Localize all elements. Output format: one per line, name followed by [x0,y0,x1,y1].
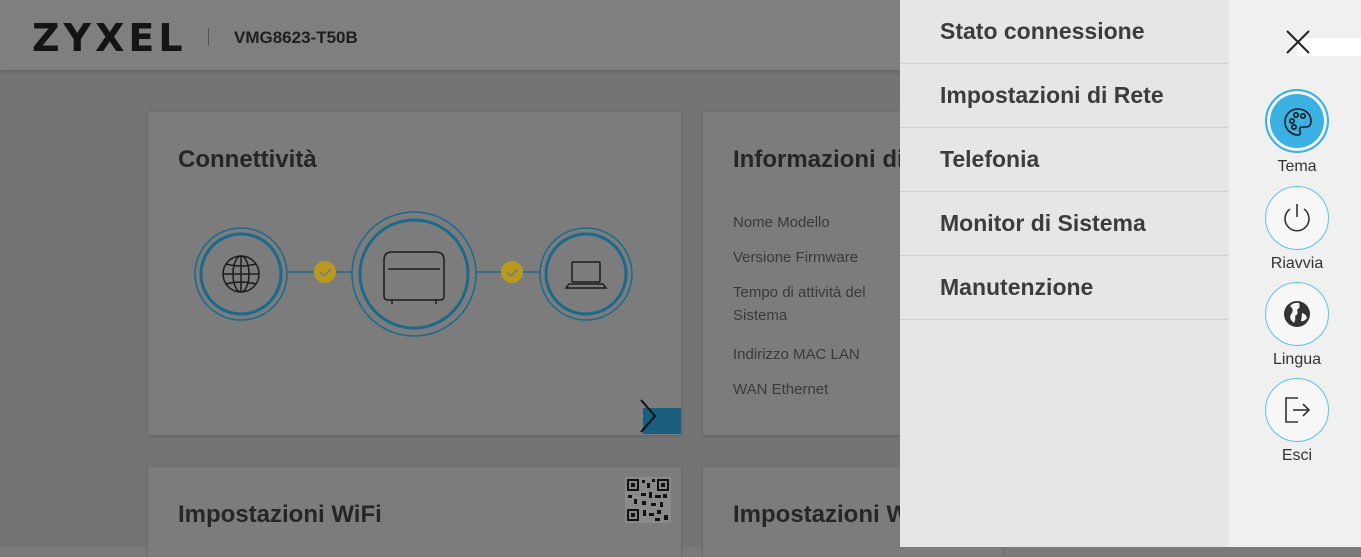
connectivity-diagram [194,211,633,337]
check-icon [501,261,523,283]
globe-icon [1284,301,1310,327]
info-label-wan: WAN Ethernet [733,381,829,398]
reboot-button[interactable] [1265,186,1329,250]
info-label-uptime: Tempo di attività del [733,284,866,301]
chevron-right-icon [640,399,657,433]
brand-logo: ZYXEL [32,16,187,60]
palette-icon [1284,108,1312,136]
info-label-mac: Indirizzo MAC LAN [733,346,860,363]
router-node [351,211,477,337]
header-divider [208,28,209,46]
client-node [539,227,633,321]
logout-icon [1285,397,1311,423]
info-label-uptime-cont: Sistema [733,307,788,324]
power-icon [1284,204,1310,232]
theme-label: Tema [1277,158,1317,175]
info-label-firmware: Versione Firmware [733,249,859,266]
main-menu: Stato connessione Impostazioni di Rete T… [900,0,1229,547]
wifi-title: Impostazioni WiFi [178,501,382,528]
qr-code-icon[interactable] [625,477,671,523]
check-icon [314,261,336,283]
device-info-title: Informazioni di [733,146,904,173]
connectivity-card[interactable]: Connettività [148,112,681,435]
logout-button[interactable] [1265,378,1329,442]
close-icon[interactable] [1284,28,1312,56]
menu-item-connection-status[interactable]: Stato connessione [900,0,1229,64]
next-button[interactable] [640,399,681,434]
language-button[interactable] [1265,282,1329,346]
menu-item-system-monitor[interactable]: Monitor di Sistema [900,192,1229,256]
wifi-2-title: Impostazioni W [733,501,909,528]
menu-item-network-settings[interactable]: Impostazioni di Rete [900,64,1229,128]
side-actions-panel: Tema Riavvia Lingua Esci [1229,0,1361,547]
logout-label: Esci [1281,447,1313,464]
wifi-card[interactable]: Impostazioni WiFi [148,467,681,557]
reboot-label: Riavvia [1270,255,1324,272]
theme-button[interactable] [1265,89,1329,153]
language-label: Lingua [1272,351,1322,368]
model-name: VMG8623-T50B [234,28,358,47]
menu-item-telephony[interactable]: Telefonia [900,128,1229,192]
info-label-model: Nome Modello [733,214,830,231]
globe-icon [222,255,260,293]
menu-item-maintenance[interactable]: Manutenzione [900,256,1229,320]
